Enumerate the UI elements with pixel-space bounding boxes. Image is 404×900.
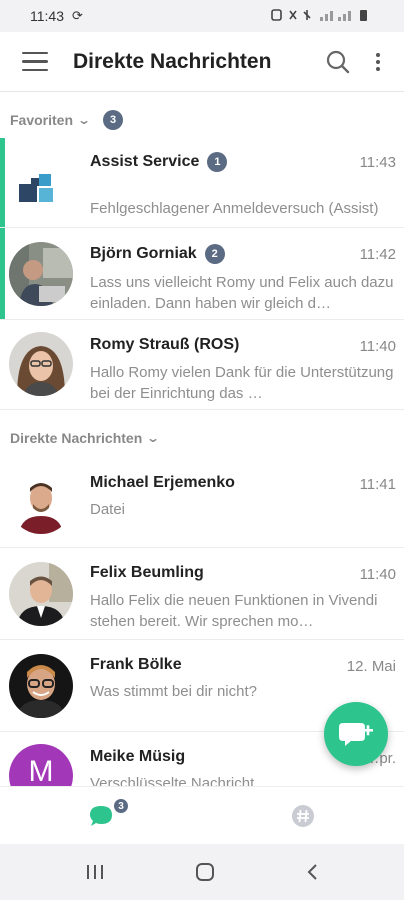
section-label: Direkte Nachrichten bbox=[10, 430, 143, 446]
list-item[interactable]: Felix Beumling 11:40 Hallo Felix die neu… bbox=[0, 548, 404, 640]
app-bar: Direkte Nachrichten bbox=[0, 32, 404, 92]
contact-name: Meike Müsig bbox=[90, 748, 185, 766]
message-preview: Fehlgeschlagener Anmeldeversuch (Assist) bbox=[90, 200, 379, 217]
list-item[interactable]: Romy Strauß (ROS) 11:40 Hallo Romy viele… bbox=[0, 320, 404, 410]
contact-name-text: Meike Müsig bbox=[90, 748, 186, 765]
message-time: 11:40 bbox=[359, 338, 396, 355]
contact-name: Felix Beumling bbox=[90, 564, 204, 582]
page-title: Direkte Nachrichten bbox=[73, 49, 272, 73]
home-icon[interactable] bbox=[194, 861, 216, 883]
contact-name: Frank Bölke bbox=[90, 656, 182, 674]
list-item[interactable]: Michael Erjemenko 11:41 Datei bbox=[0, 458, 404, 548]
section-label: Favoriten bbox=[10, 112, 74, 128]
chevron-down-icon: ⌄ bbox=[146, 431, 161, 445]
unread-badge: 2 bbox=[204, 244, 225, 264]
contact-name-text: Frank Bölke bbox=[90, 656, 182, 673]
contact-name-text: Michael Erjemenko bbox=[90, 474, 235, 491]
contact-name: Assist Service 1 bbox=[90, 152, 228, 172]
avatar-initial: M bbox=[28, 755, 54, 786]
section-header-favorites[interactable]: Favoriten ⌄ 3 bbox=[0, 100, 404, 140]
contact-name-text: Romy Strauß (ROS) bbox=[90, 336, 240, 353]
contact-name: Michael Erjemenko bbox=[90, 474, 235, 492]
contact-name: Björn Gorniak 2 bbox=[90, 244, 225, 264]
new-chat-button[interactable] bbox=[324, 702, 388, 766]
unread-indicator bbox=[0, 228, 5, 319]
bottom-nav: 3 bbox=[0, 786, 404, 844]
message-preview: Datei bbox=[90, 501, 126, 518]
message-preview: Hallo Felix die neuen Funktionen in Vive… bbox=[90, 592, 378, 630]
message-time: 11:41 bbox=[359, 476, 396, 493]
avatar bbox=[9, 150, 73, 214]
back-icon[interactable] bbox=[304, 862, 320, 882]
status-bar: 11:43 ⟳ bbox=[0, 0, 404, 32]
recent-apps-icon[interactable] bbox=[84, 863, 106, 881]
avatar bbox=[9, 242, 73, 306]
list-item[interactable]: Assist Service 1 11:43 Fehlgeschlagener … bbox=[0, 138, 404, 228]
tab-chats[interactable]: 3 bbox=[0, 787, 202, 844]
message-preview: Lass uns vielleicht Romy und Felix auch … bbox=[90, 274, 394, 312]
favorites-count-badge: 3 bbox=[103, 110, 124, 130]
hashtag-icon bbox=[292, 804, 314, 827]
tab-channels[interactable] bbox=[202, 787, 404, 844]
search-icon[interactable] bbox=[316, 40, 360, 84]
message-time: 11:40 bbox=[359, 566, 396, 583]
message-time: 12. Mai bbox=[346, 658, 396, 675]
message-preview: Hallo Romy vielen Dank für die Unterstüt… bbox=[90, 364, 394, 402]
status-time: 11:43 bbox=[30, 8, 64, 24]
avatar bbox=[9, 332, 73, 396]
sync-icon: ⟳ bbox=[72, 8, 83, 23]
message-time: 11:43 bbox=[359, 154, 396, 171]
list-item[interactable]: Björn Gorniak 2 11:42 Lass uns vielleich… bbox=[0, 228, 404, 320]
contact-name: Romy Strauß (ROS) bbox=[90, 336, 239, 354]
status-icons bbox=[270, 8, 374, 25]
message-time: 11:42 bbox=[359, 246, 396, 263]
avatar bbox=[9, 654, 73, 718]
avatar bbox=[9, 562, 73, 626]
contact-name-text: Assist Service bbox=[90, 153, 200, 170]
chevron-down-icon: ⌄ bbox=[77, 113, 92, 127]
message-preview: Was stimmt bei dir nicht? bbox=[90, 683, 257, 700]
contact-name-text: Björn Gorniak bbox=[90, 245, 197, 262]
unread-indicator bbox=[0, 138, 5, 227]
avatar: M bbox=[9, 744, 73, 786]
new-chat-icon bbox=[339, 723, 373, 746]
more-vert-icon[interactable] bbox=[360, 40, 396, 84]
hamburger-icon[interactable] bbox=[0, 32, 70, 92]
chat-icon bbox=[90, 805, 112, 826]
system-nav-bar bbox=[0, 844, 404, 900]
message-preview: Verschlüsselte Nachricht bbox=[90, 775, 255, 786]
section-header-direct[interactable]: Direkte Nachrichten ⌄ bbox=[0, 418, 404, 458]
chats-badge: 3 bbox=[113, 798, 129, 814]
contact-name-text: Felix Beumling bbox=[90, 564, 204, 581]
unread-badge: 1 bbox=[207, 152, 228, 172]
avatar bbox=[9, 470, 73, 534]
